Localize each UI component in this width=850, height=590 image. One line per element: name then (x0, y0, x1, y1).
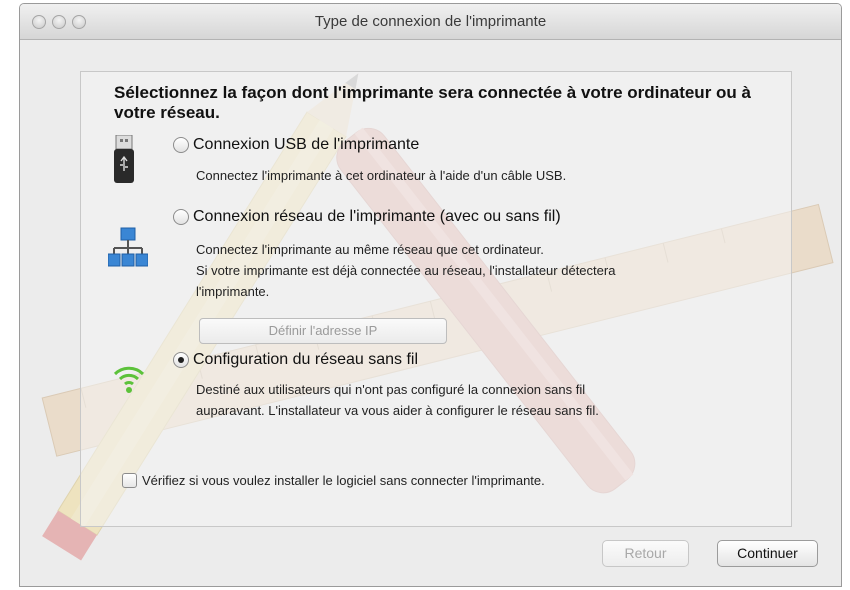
window-title: Type de connexion de l'imprimante (314, 13, 547, 30)
network-option-label[interactable]: Connexion réseau de l'imprimante (avec o… (193, 208, 561, 226)
network-radio[interactable] (173, 209, 189, 225)
instruction-heading: Sélectionnez la façon dont l'imprimante … (114, 83, 751, 122)
wireless-description-line: Destiné aux utilisateurs qui n'ont pas c… (196, 382, 586, 397)
installer-window: Type de connexion de l'imprimante Sélect… (19, 3, 842, 587)
wifi-icon (113, 366, 145, 393)
content-area: Sélectionnez la façon dont l'imprimante … (20, 40, 841, 586)
option-wireless[interactable]: Configuration du réseau sans fil (173, 351, 418, 369)
usb-radio[interactable] (173, 137, 189, 153)
usb-drive-icon (114, 135, 134, 183)
network-description-line: l'imprimante. (196, 284, 270, 299)
option-network[interactable]: Connexion réseau de l'imprimante (avec o… (173, 208, 561, 226)
wireless-radio[interactable] (173, 352, 189, 368)
wireless-description-line: auparavant. L'installateur va vous aider… (196, 403, 599, 418)
install-without-printer-option[interactable]: Vérifiez si vous voulez installer le log… (122, 473, 545, 488)
network-option-description: Connectez l'imprimante au même réseau qu… (196, 239, 796, 302)
title-bar[interactable]: Type de connexion de l'imprimante (20, 4, 841, 40)
network-description-line: Connectez l'imprimante au même réseau qu… (196, 242, 544, 257)
usb-option-label[interactable]: Connexion USB de l'imprimante (193, 136, 419, 154)
install-without-printer-label[interactable]: Vérifiez si vous voulez installer le log… (142, 473, 545, 488)
set-ip-address-button[interactable]: Définir l'adresse IP (199, 318, 447, 344)
network-description-line: Si votre imprimante est déjà connectée a… (196, 263, 616, 278)
back-button[interactable]: Retour (602, 540, 689, 567)
option-usb[interactable]: Connexion USB de l'imprimante (173, 136, 419, 154)
install-without-printer-checkbox[interactable] (122, 473, 137, 488)
wireless-option-description: Destiné aux utilisateurs qui n'ont pas c… (196, 379, 796, 421)
usb-option-description: Connectez l'imprimante à cet ordinateur … (196, 168, 567, 183)
continue-button[interactable]: Continuer (717, 540, 818, 567)
wireless-option-label[interactable]: Configuration du réseau sans fil (193, 351, 418, 369)
network-icon (108, 227, 148, 267)
